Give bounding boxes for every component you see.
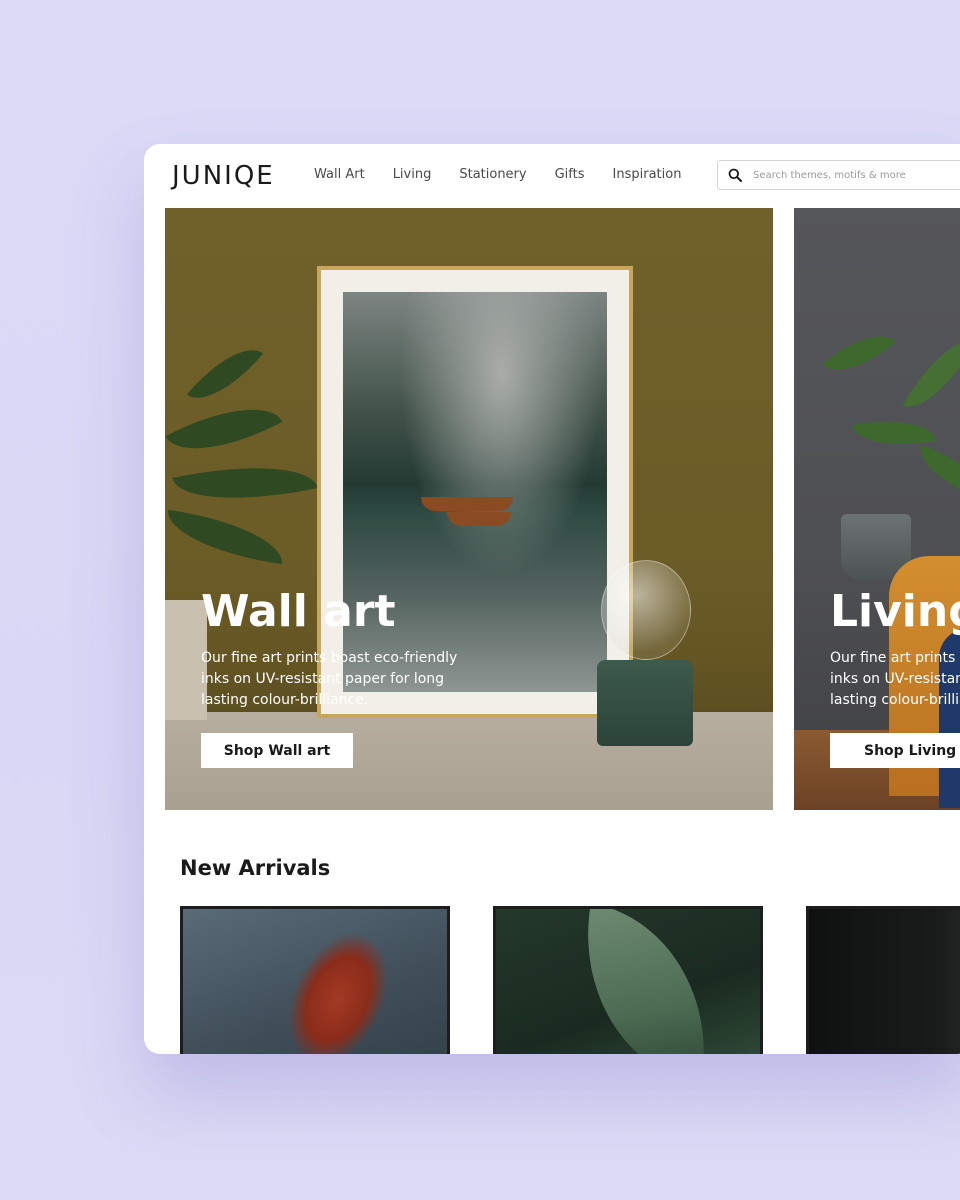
plant-leaf [911,445,960,501]
hero-description: Our fine art prints boast eco-friendly i… [830,650,960,708]
new-arrivals-title: New Arrivals [180,856,331,880]
product-card[interactable] [806,906,960,1054]
juniqe-logo[interactable]: JUNIQE [172,161,275,191]
shop-wall-art-button[interactable]: Shop Wall art [201,733,353,768]
search-box[interactable] [717,160,960,190]
product-card[interactable] [493,906,763,1054]
browser-window: JUNIQE Wall Art Living Stationery Gifts … [144,144,960,1054]
plant-leaf [902,327,960,421]
plant-leaf [187,333,263,415]
hero-title: Wall art [201,586,396,637]
plant-leaf [165,384,283,474]
nav-item-living[interactable]: Living [393,167,432,182]
hero-wall-art[interactable]: Wall art Our fine art prints boast eco-f… [165,208,773,810]
shop-living-button[interactable]: Shop Living [830,733,960,768]
search-icon [728,168,742,182]
plant-leaf [172,448,318,518]
product-card[interactable] [180,906,450,1054]
search-input[interactable] [751,168,960,182]
lamp-base [597,660,693,746]
nav-item-stationery[interactable]: Stationery [459,167,526,182]
nav-item-inspiration[interactable]: Inspiration [613,167,682,182]
red-flowers-image [267,916,409,1054]
hero-title: Living [830,586,960,637]
nav-item-wall-art[interactable]: Wall Art [314,167,365,182]
plant-leaf [822,319,896,387]
nav-item-gifts[interactable]: Gifts [555,167,585,182]
leaf-image [563,909,729,1054]
hero-description: Our fine art prints boast eco-friendly i… [201,650,458,708]
boat [447,512,511,526]
lamp-bulb [601,560,691,660]
main-nav: Wall Art Living Stationery Gifts Inspira… [314,167,681,182]
boat [421,497,513,511]
plant-leaf [165,509,288,565]
hero-living[interactable]: Living Our fine art prints boast eco-fri… [794,208,960,810]
